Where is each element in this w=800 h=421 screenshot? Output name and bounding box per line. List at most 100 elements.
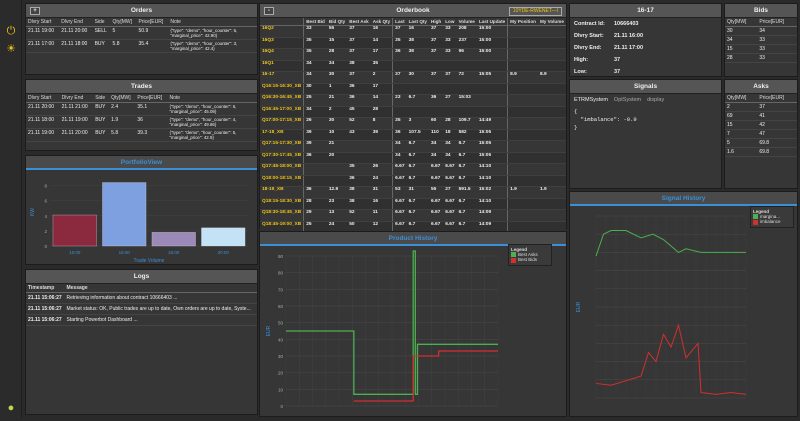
orderbook-row[interactable]: Q17:30-17:45_XB 36 20 34 6.7 34 34 6.7 15:05 bbox=[260, 152, 566, 164]
table-row[interactable]: 30 34 bbox=[725, 26, 797, 36]
table-cell: 37 bbox=[392, 71, 407, 84]
legend-label: Best Asks bbox=[518, 252, 538, 257]
table-cell: 6.7 bbox=[406, 152, 430, 164]
x-tick-label: 16:00 bbox=[69, 250, 81, 255]
table-row[interactable]: 15 42 bbox=[725, 120, 797, 130]
table-cell: 16 bbox=[370, 198, 393, 210]
product-name: Q17:00-17:15_XB bbox=[260, 117, 304, 130]
signals-tabs: ETRMSystem OptSystem display bbox=[570, 94, 721, 106]
field-label: Dlvry End: bbox=[574, 45, 602, 51]
table-cell: 5 bbox=[725, 138, 758, 148]
table-row[interactable]: 21.11 20:00 21.11 21:00 BUY 2.4 35.1 {"type":… bbox=[26, 102, 257, 116]
orderbook-row[interactable]: 17-18_XB 39 10 43 39 36 107.5 110 18 582 15:05 bbox=[260, 129, 566, 141]
orderbook-row[interactable]: 16Q2 33 55 37 16 37 16 37 33 208 15:00 bbox=[260, 25, 566, 38]
table-cell: 41 bbox=[757, 111, 797, 121]
product-name: Q18:30-18:45_XB bbox=[260, 209, 304, 222]
column-header: Best Bid bbox=[303, 18, 327, 26]
orderbook-row[interactable]: 16Q3 35 15 37 14 35 38 37 33 237 15:00 bbox=[260, 37, 566, 49]
table-cell bbox=[303, 163, 327, 176]
table-cell: 21.11 19:00 bbox=[26, 128, 60, 142]
asks-header: Asks bbox=[725, 80, 797, 94]
table-row[interactable]: 21.11 19:00 21.11 20:00 SELL 5 50.9 {"type": … bbox=[26, 26, 257, 40]
orders-table: Dlvry Start Dlvry End Side Qty[MW] Price[EUR… bbox=[26, 18, 257, 53]
table-row[interactable]: 34 33 bbox=[725, 35, 797, 45]
column-header: Qty[MW] bbox=[725, 18, 758, 27]
signals-title: Signals bbox=[633, 83, 658, 90]
table-cell bbox=[537, 48, 566, 61]
table-row[interactable]: 69 41 bbox=[725, 111, 797, 121]
table-cell: 36 bbox=[347, 94, 371, 107]
table-cell: 2 bbox=[370, 71, 393, 84]
table-cell: 33 bbox=[443, 25, 457, 38]
table-cell: 6.7 bbox=[456, 163, 477, 176]
orderbook-row[interactable]: Q18:15-18:30_XB 28 23 38 16 6.67 6.7 6.67 6.67 6.… bbox=[260, 198, 566, 210]
tab-optsystem[interactable]: OptSystem bbox=[614, 97, 641, 103]
table-cell bbox=[476, 83, 508, 95]
table-cell: 21.11 21:00 bbox=[59, 102, 94, 116]
table-cell bbox=[443, 106, 457, 118]
y-axis-label: KW bbox=[30, 208, 36, 216]
table-cell: 50.9 bbox=[136, 26, 169, 40]
table-cell: 36 bbox=[135, 115, 168, 129]
table-cell: 53 bbox=[392, 186, 407, 199]
table-cell: 2 bbox=[326, 106, 348, 118]
table-cell: 6.7 bbox=[456, 209, 477, 222]
column-header: Message bbox=[64, 284, 257, 293]
sun-icon[interactable]: ☀ bbox=[5, 43, 17, 55]
exchange-selector[interactable]: 10YDE-RWENET---I bbox=[508, 7, 562, 16]
legend-item[interactable]: imbalance bbox=[753, 219, 791, 225]
collapse-button[interactable]: - bbox=[264, 7, 274, 15]
table-row[interactable]: 5 69.8 bbox=[725, 138, 797, 148]
orderbook-header: - Orderbook 10YDE-RWENET---I bbox=[260, 4, 566, 18]
column-header: Side bbox=[92, 18, 111, 27]
column-header: My Volume bbox=[537, 18, 566, 26]
table-cell bbox=[507, 94, 538, 107]
orderbook-row[interactable]: 18-19_XB 36 12.9 38 31 53 31 55 27 591.5 15:02 1.9 1… bbox=[260, 186, 566, 199]
orderbook-row[interactable]: 16Q1 34 34 38 35 bbox=[260, 60, 566, 72]
table-row[interactable]: 15 33 bbox=[725, 44, 797, 54]
table-cell bbox=[303, 175, 327, 187]
orderbook-row[interactable]: Q16:15-16:30_XB 30 1 36 17 bbox=[260, 83, 566, 95]
table-cell: 24 bbox=[370, 175, 393, 187]
orderbook-row[interactable]: 16Q4 35 28 37 17 36 38 37 33 96 15:00 bbox=[260, 48, 566, 61]
product-name: 16Q1 bbox=[260, 60, 304, 72]
add-order-button[interactable]: + bbox=[30, 7, 40, 15]
table-row[interactable]: 2 37 bbox=[725, 102, 797, 112]
table-row[interactable]: 7 47 bbox=[725, 129, 797, 139]
table-row[interactable]: 21.11 19:00 21.11 20:00 BUY 5.8 39.3 {"type":… bbox=[26, 128, 257, 142]
orderbook-row[interactable]: Q17:00-17:15_XB 26 30 52 8 35 3 60 28 109.7 14:49 bbox=[260, 117, 566, 130]
orderbook-row[interactable]: Q16:30-16:45_XB 25 21 36 14 23 6.7 36 27 15:03 bbox=[260, 94, 566, 107]
orderbook-row[interactable]: Q17:45-18:00_XB 35 26 6.67 6.7 6.67 6.67 6.7 14:… bbox=[260, 163, 566, 176]
table-cell: 35.4 bbox=[136, 39, 169, 53]
orderbook-row[interactable]: Q18:00-18:15_XB 36 24 6.67 6.7 6.67 6.67 6.7 14:… bbox=[260, 175, 566, 187]
table-cell bbox=[507, 198, 538, 210]
table-row[interactable]: 21.11 17:00 21.11 18:00 BUY 5.8 35.4 {"type":… bbox=[26, 39, 257, 53]
table-cell bbox=[392, 83, 407, 95]
column-header: Last Update bbox=[476, 18, 508, 26]
lightbulb-icon[interactable]: ● bbox=[5, 402, 17, 414]
table-row[interactable]: 21.11 18:00 21.11 19:00 BUY 1.9 36 {"type": "… bbox=[26, 115, 257, 129]
table-cell: 45 bbox=[347, 106, 371, 118]
tab-etrmsystem[interactable]: ETRMSystem bbox=[574, 97, 608, 103]
table-row[interactable]: 1.6 69.8 bbox=[725, 147, 797, 157]
tab-display[interactable]: display bbox=[647, 97, 664, 103]
table-row[interactable]: 28 33 bbox=[725, 53, 797, 63]
bids-panel: Bids Qty[MW] Price[EUR] 30 34 34 33 15 33 28 33 bbox=[724, 3, 798, 77]
orderbook-row[interactable]: 16-17 34 30 37 2 37 30 37 37 72 15:05 8.9 8.9 bbox=[260, 71, 566, 84]
orderbook-panel: - Orderbook 10YDE-RWENET---I Best Bid Bid… bbox=[259, 3, 567, 256]
bar bbox=[151, 232, 196, 247]
product-history-legend: Legend Best Asks Best Bids bbox=[508, 244, 552, 266]
legend-item[interactable]: Best Bids bbox=[511, 257, 549, 263]
orderbook-row[interactable]: Q17:15-17:30_XB 39 21 34 6.7 34 34 6.7 15:05 bbox=[260, 140, 566, 153]
orderbook-row[interactable]: Q18:30-18:45_XB 29 13 52 11 6.67 6.7 6.67 6.67 6.… bbox=[260, 209, 566, 222]
table-cell: 34 bbox=[303, 60, 327, 72]
x-tick-label: 20:00 bbox=[218, 250, 230, 255]
y-tick-label: 8 bbox=[44, 184, 47, 189]
power-icon[interactable]: ⏻ bbox=[5, 25, 17, 37]
table-cell: 16 bbox=[370, 25, 393, 38]
table-cell: Market status: OK, Public trades are up … bbox=[64, 303, 257, 315]
column-header: Dlvry End bbox=[59, 18, 93, 27]
table-cell: 34 bbox=[303, 106, 327, 118]
asks-table: Qty[MW] Price[EUR] 2 37 69 41 15 42 7 47 5 69.8 1.6… bbox=[725, 94, 797, 157]
orderbook-row[interactable]: Q16:45-17:00_XB 34 2 45 28 bbox=[260, 106, 566, 118]
